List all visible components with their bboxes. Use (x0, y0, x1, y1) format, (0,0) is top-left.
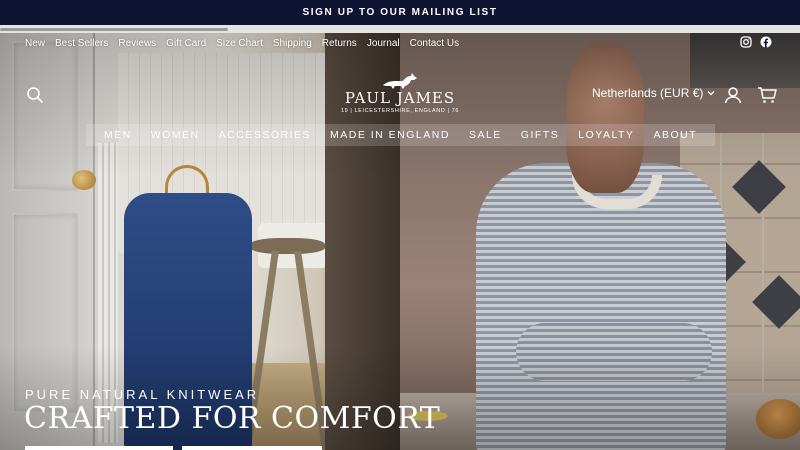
hero-title: CRAFTED FOR COMFORT (24, 401, 441, 436)
currency-label: Netherlands (EUR €) (592, 86, 704, 100)
main-nav: MEN WOMEN ACCESSORIES MADE IN ENGLAND SA… (86, 124, 715, 146)
facebook-icon[interactable] (760, 36, 772, 48)
util-link-reviews[interactable]: Reviews (118, 38, 156, 49)
chevron-down-icon (707, 91, 715, 96)
util-link-new[interactable]: New (25, 38, 45, 49)
nav-item-women[interactable]: WOMEN (151, 129, 200, 141)
scrollbar-thumb[interactable] (0, 28, 228, 31)
util-link-journal[interactable]: Journal (367, 38, 400, 49)
brand-logo[interactable]: PAUL JAMES 19 | LEICESTERSHIRE, ENGLAND … (337, 72, 463, 120)
hero-button-secondary[interactable] (182, 446, 322, 450)
nav-item-about[interactable]: ABOUT (653, 129, 697, 141)
brand-name: PAUL JAMES (344, 89, 456, 107)
social-links (740, 36, 772, 48)
nav-item-men[interactable]: MEN (104, 129, 132, 141)
nav-item-made-in-england[interactable]: MADE IN ENGLAND (330, 129, 450, 141)
fox-icon (383, 73, 417, 89)
announcement-bar[interactable]: SIGN UP TO OUR MAILING LIST (0, 0, 800, 25)
utility-nav: New Best Sellers Reviews Gift Card Size … (25, 38, 459, 49)
nav-item-accessories[interactable]: ACCESSORIES (219, 129, 311, 141)
nav-item-loyalty[interactable]: LOYALTY (578, 129, 634, 141)
nav-item-sale[interactable]: SALE (469, 129, 502, 141)
util-link-gift-card[interactable]: Gift Card (166, 38, 206, 49)
util-link-contact-us[interactable]: Contact Us (410, 38, 459, 49)
cart-icon[interactable] (757, 86, 777, 104)
util-link-shipping[interactable]: Shipping (273, 38, 312, 49)
instagram-icon[interactable] (740, 36, 752, 48)
search-icon[interactable] (26, 86, 44, 104)
brand-tagline: 19 | LEICESTERSHIRE, ENGLAND | 76 (340, 108, 460, 114)
util-link-size-chart[interactable]: Size Chart (216, 38, 263, 49)
hero-subtitle: PURE NATURAL KNITWEAR (25, 387, 260, 402)
hero-button-primary[interactable] (25, 446, 173, 450)
util-link-returns[interactable]: Returns (322, 38, 357, 49)
currency-selector[interactable]: Netherlands (EUR €) (592, 86, 715, 100)
horizontal-scrollbar[interactable] (0, 25, 800, 33)
account-icon[interactable] (724, 86, 742, 104)
util-link-best-sellers[interactable]: Best Sellers (55, 38, 108, 49)
nav-item-gifts[interactable]: GIFTS (521, 129, 559, 141)
announcement-text[interactable]: SIGN UP TO OUR MAILING LIST (302, 7, 497, 18)
